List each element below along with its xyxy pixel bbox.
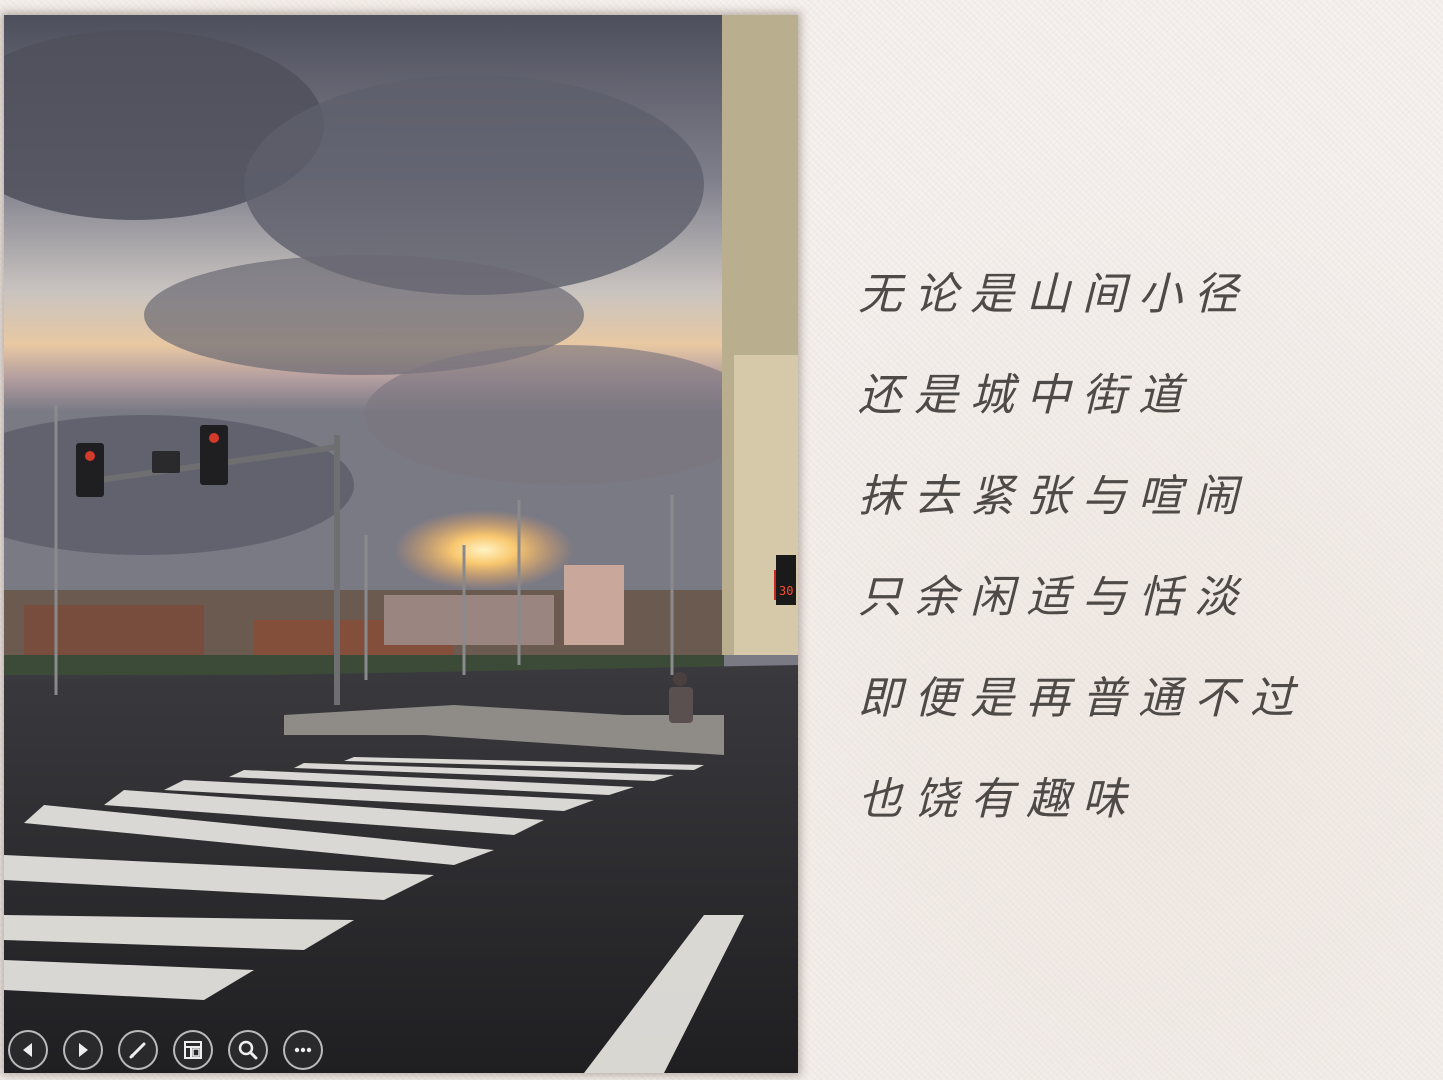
- slides-grid-icon: [184, 1041, 202, 1059]
- zoom-button[interactable]: [228, 1030, 268, 1070]
- pen-icon: [129, 1042, 146, 1059]
- street-photo: 30: [4, 15, 798, 1073]
- street-sunset-image: 30: [4, 15, 798, 1073]
- slide-sorter-button[interactable]: [173, 1030, 213, 1070]
- more-options-button[interactable]: [283, 1030, 323, 1070]
- arrow-left-icon: [23, 1043, 32, 1057]
- pen-tool-button[interactable]: [118, 1030, 158, 1070]
- poem-line-6: 也饶有趣味: [858, 774, 1138, 825]
- poem-line-2: 还是城中街道: [858, 370, 1194, 421]
- previous-slide-button[interactable]: [8, 1030, 48, 1070]
- poem-line-1: 无论是山间小径: [858, 269, 1250, 320]
- signal-countdown: 30: [779, 584, 793, 598]
- slideshow-controls: [8, 1030, 323, 1072]
- poem-line-5: 即便是再普通不过: [858, 673, 1306, 724]
- next-slide-button[interactable]: [63, 1030, 103, 1070]
- poem-line-4: 只余闲适与恬淡: [858, 572, 1250, 623]
- ellipsis-icon: [294, 1047, 312, 1053]
- arrow-right-icon: [79, 1043, 88, 1057]
- poem-line-3: 抹去紧张与喧闹: [858, 471, 1250, 522]
- magnifier-icon: [238, 1040, 258, 1060]
- poem-text-block: 无论是山间小径 还是城中街道 抹去紧张与喧闹 只余闲适与恬淡 即便是再普通不过 …: [858, 262, 1418, 868]
